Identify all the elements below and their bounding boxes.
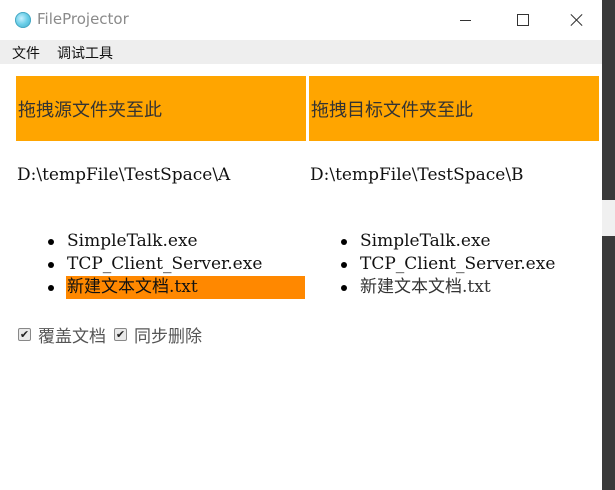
source-file-item[interactable]: TCP_Client_Server.exe — [48, 253, 306, 276]
background-window-fragment — [602, 200, 615, 236]
overwrite-label: 覆盖文档 — [38, 326, 106, 347]
menu-file[interactable]: 文件 — [12, 43, 40, 63]
target-file-name: TCP_Client_Server.exe — [360, 254, 556, 274]
sync-delete-label: 同步删除 — [134, 326, 202, 347]
target-file-item[interactable]: SimpleTalk.exe — [341, 230, 599, 253]
bullet-icon — [341, 262, 347, 268]
minimize-button[interactable] — [436, 0, 494, 40]
source-file-name: SimpleTalk.exe — [67, 231, 198, 251]
source-drop-label: 拖拽源文件夹至此 — [18, 99, 162, 121]
target-file-name: SimpleTalk.exe — [360, 231, 491, 251]
maximize-icon — [517, 14, 529, 26]
source-file-list: SimpleTalk.exe TCP_Client_Server.exe 新建文… — [48, 230, 306, 299]
app-icon — [15, 12, 31, 28]
sync-delete-checkbox[interactable]: ✔ — [114, 327, 127, 341]
bullet-icon — [341, 285, 347, 291]
window-title: FileProjector — [37, 10, 129, 28]
overwrite-checkbox[interactable]: ✔ — [18, 327, 31, 341]
options-row: ✔ 覆盖文档 ✔ 同步删除 — [18, 322, 210, 347]
source-file-name: 新建文本文档.txt — [66, 276, 305, 299]
bullet-icon — [48, 239, 54, 245]
target-drop-zone[interactable]: 拖拽目标文件夹至此 — [309, 76, 599, 141]
menu-bar: 文件 调试工具 — [0, 40, 602, 64]
target-file-name: 新建文本文档.txt — [360, 277, 491, 297]
menu-debug-tools[interactable]: 调试工具 — [57, 43, 113, 63]
target-drop-label: 拖拽目标文件夹至此 — [311, 99, 473, 121]
sync-delete-option[interactable]: ✔ 同步删除 — [114, 322, 202, 347]
source-file-item-selected[interactable]: 新建文本文档.txt — [48, 276, 306, 299]
target-file-item[interactable]: TCP_Client_Server.exe — [341, 253, 599, 276]
source-file-name: TCP_Client_Server.exe — [67, 254, 263, 274]
source-file-item[interactable]: SimpleTalk.exe — [48, 230, 306, 253]
close-icon — [570, 13, 584, 27]
app-window: FileProjector 文件 调试工具 拖拽源文件夹至此 拖拽目标文件夹至此… — [0, 0, 602, 490]
close-button[interactable] — [552, 0, 602, 40]
background-window-edge — [602, 0, 615, 490]
bullet-icon — [48, 285, 54, 291]
source-path: D:\tempFile\TestSpace\A — [17, 165, 231, 185]
target-file-list: SimpleTalk.exe TCP_Client_Server.exe 新建文… — [341, 230, 599, 299]
bullet-icon — [341, 239, 347, 245]
source-drop-zone[interactable]: 拖拽源文件夹至此 — [16, 76, 306, 141]
minimize-icon — [459, 19, 471, 21]
bullet-icon — [48, 262, 54, 268]
overwrite-option[interactable]: ✔ 覆盖文档 — [18, 322, 106, 347]
maximize-button[interactable] — [494, 0, 552, 40]
target-path: D:\tempFile\TestSpace\B — [310, 165, 524, 185]
title-bar[interactable]: FileProjector — [0, 0, 602, 40]
target-file-item[interactable]: 新建文本文档.txt — [341, 276, 599, 299]
